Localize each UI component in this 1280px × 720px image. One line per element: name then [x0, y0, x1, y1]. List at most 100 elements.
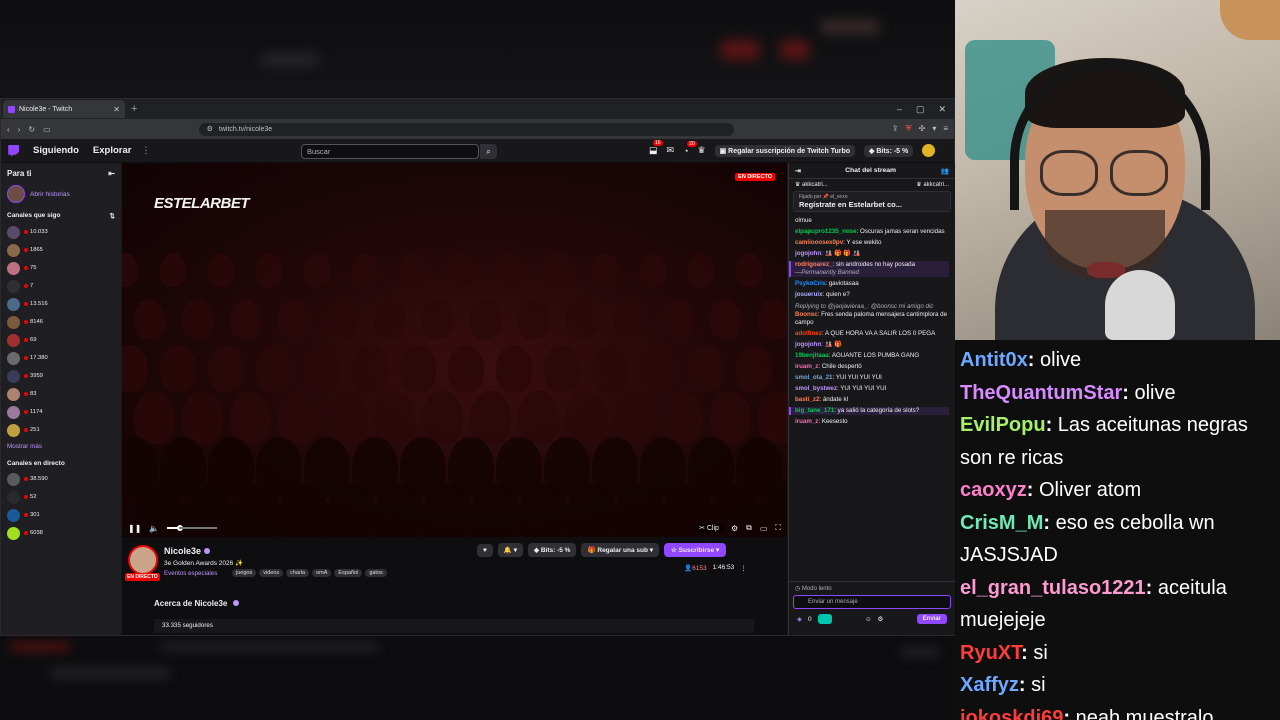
- streamer-name[interactable]: Nicole3e: [164, 546, 201, 556]
- pause-icon[interactable]: ❚❚: [128, 524, 141, 533]
- extensions-icon[interactable]: ✣: [919, 124, 926, 134]
- chat-username[interactable]: PsykoCris: [795, 280, 825, 287]
- chat-username[interactable]: jogojohn: [795, 250, 821, 257]
- clip-button[interactable]: ✂ Clip: [695, 523, 723, 533]
- stream-tag[interactable]: charla: [286, 569, 310, 577]
- back-icon[interactable]: ‹: [7, 125, 10, 134]
- sidebar-channel[interactable]: Rubius Crimson Desert 13.516: [1, 295, 121, 313]
- chat-message[interactable]: big_tane_171: ya salió la categoría de s…: [789, 407, 949, 416]
- stream-tag[interactable]: videos: [259, 569, 284, 577]
- sidebar-channel[interactable]: Greekgodx Charlando 1865: [1, 241, 121, 259]
- bits-cheer-button[interactable]: ◆ Bits: -5 %: [528, 543, 577, 557]
- collapse-sidebar-icon[interactable]: ⇤: [108, 169, 115, 178]
- chat-username[interactable]: elpapupro1235_nose: [795, 228, 857, 235]
- sort-icon[interactable]: ⇅: [110, 212, 115, 220]
- minimize-button[interactable]: –: [897, 104, 902, 115]
- sidebar-channel[interactable]: aawokes VALORANT 52: [1, 488, 121, 506]
- chat-message[interactable]: basti_z2: ándate kl: [795, 396, 949, 404]
- sidebar-channel[interactable]: Emilycc Crimson Desert 75: [1, 259, 121, 277]
- chat-message[interactable]: Replying to @jaojavieraa_: @boonsc mi am…: [795, 303, 949, 327]
- chat-username[interactable]: camiiooosex0pv: [795, 239, 843, 246]
- chat-message[interactable]: smol_ota_21: YUI YUI YUI YUI: [795, 374, 949, 382]
- share-icon[interactable]: ⇪: [892, 124, 899, 134]
- send-button[interactable]: Enviar: [916, 614, 947, 624]
- notification-bell-button[interactable]: 🔔 ▾: [497, 543, 524, 557]
- twitch-logo-icon[interactable]: [8, 144, 19, 157]
- stream-tag[interactable]: juegos: [232, 569, 257, 577]
- prime-icon[interactable]: ♛: [698, 145, 706, 156]
- stream-tag[interactable]: omA: [312, 569, 332, 577]
- volume-slider[interactable]: [167, 527, 218, 529]
- stream-tag[interactable]: Español: [334, 569, 363, 577]
- sidebar-channel[interactable]: emilieyestephany Charlando 83: [1, 385, 121, 403]
- chat-message[interactable]: jogojohn: 🎎 🎁 🎁 🎎: [795, 250, 949, 258]
- chat-message[interactable]: smol_bystwez: YUI YUI YUI YUI: [795, 385, 949, 393]
- explore-link[interactable]: Explorar: [93, 145, 132, 156]
- sidebar-channel[interactable]: SPDigital CharlandoTren del Hype • Niv..…: [1, 506, 121, 524]
- chat-username[interactable]: big_tane_171: [795, 407, 834, 414]
- following-link[interactable]: Siguiendo: [33, 145, 79, 156]
- user-avatar[interactable]: [922, 144, 936, 157]
- subscribe-button[interactable]: ☆ Suscribirse ▾: [664, 543, 727, 557]
- sidebar-channel[interactable]: PaymoneyW... Charlando 10.033: [1, 223, 121, 241]
- sidebar-channel[interactable]: AnibalJz_ Apex Legends 7: [1, 277, 121, 295]
- forward-icon[interactable]: ›: [18, 125, 21, 134]
- chat-username[interactable]: rodrigoarez_: [795, 261, 832, 268]
- chat-username[interactable]: basti_z2: [795, 396, 819, 403]
- chat-username[interactable]: adolfinez: [795, 330, 822, 337]
- chat-settings-icon[interactable]: ⚙: [878, 615, 884, 623]
- users-icon[interactable]: 👥: [941, 167, 949, 175]
- chat-username[interactable]: smol_bystwez: [795, 385, 837, 392]
- chat-input[interactable]: Enviar un mensaje: [793, 595, 951, 609]
- stream-tag[interactable]: gatos: [365, 569, 387, 577]
- sidebar-channel[interactable]: Distortion2 Crimson Desert 3959: [1, 367, 121, 385]
- chat-username[interactable]: jogojohn: [795, 341, 821, 348]
- gift-turbo-button[interactable]: ▣ Regalar suscripción de Twitch Turbo: [714, 144, 856, 157]
- chat-username[interactable]: 19benjitaaa: [795, 352, 829, 359]
- search-input[interactable]: Buscar: [301, 144, 479, 159]
- chat-username[interactable]: iruam_z: [795, 363, 818, 370]
- inbox-icon[interactable]: ⬓ 16: [649, 140, 663, 156]
- sidebar-channel[interactable]: zackrawrr Crimson Des... 38.590: [1, 470, 121, 488]
- shield-icon[interactable]: ⛨: [906, 124, 912, 134]
- channel-points-icon[interactable]: ◈: [797, 615, 802, 623]
- browser-tab[interactable]: Nicole3e - Twitch ✕: [3, 100, 125, 118]
- chat-message[interactable]: PsykoCris: gaviotasaa: [795, 280, 949, 288]
- close-tab-icon[interactable]: ✕: [113, 105, 120, 114]
- chat-message[interactable]: rodrigoarez_: sin androides no hay posad…: [789, 261, 949, 278]
- streamer-avatar[interactable]: [128, 545, 158, 575]
- chat-username[interactable]: josueruix: [795, 291, 823, 298]
- sidebar-channel[interactable]: SchusterOfficial Charlando 69: [1, 331, 121, 349]
- chat-message[interactable]: iruam_z: Chile despertó: [795, 363, 949, 371]
- url-field[interactable]: ⚙ twitch.tv/nicole3e: [198, 122, 734, 136]
- show-more-link[interactable]: Mostrar más: [1, 439, 121, 454]
- chat-message[interactable]: 19benjitaaa: AGUANTE LOS PUMBA GANG: [795, 352, 949, 360]
- collapse-chat-icon[interactable]: ⇥: [795, 167, 801, 175]
- video-player[interactable]: ESTELARBET EN DIRECTO ❚❚ 🔈 ✂ Clip ⚙ ⧉ ▭ …: [122, 163, 787, 537]
- sidebar-channel[interactable]: Lacy Charlando 17.380: [1, 349, 121, 367]
- notifications-icon[interactable]: ◔ 20: [683, 140, 697, 156]
- site-info-icon[interactable]: ⚙: [207, 125, 213, 133]
- split-view-icon[interactable]: ▭: [43, 125, 51, 134]
- chat-username[interactable]: iruam_z: [795, 418, 818, 425]
- gifter-left[interactable]: ♛ akkcatri...: [795, 181, 828, 189]
- chat-message[interactable]: elpapupro1235_nose: Oscuras jamas seran …: [795, 228, 949, 236]
- emote-icon[interactable]: ☺: [865, 616, 872, 623]
- sidebar-channel[interactable]: marathonthega... Marathon 6038: [1, 524, 121, 542]
- search-icon[interactable]: ⌕: [480, 144, 497, 159]
- reload-icon[interactable]: ↻: [28, 125, 35, 134]
- sidebar-channel[interactable]: Lunaria +4 Super Battle Golf 251: [1, 421, 121, 439]
- new-tab-icon[interactable]: +: [131, 103, 137, 115]
- chat-username[interactable]: smol_ota_21: [795, 374, 833, 381]
- fullscreen-icon[interactable]: ⛶: [775, 523, 781, 533]
- close-window-button[interactable]: ✕: [938, 104, 946, 115]
- gifter-right[interactable]: ♛ akkcatri...: [916, 181, 949, 189]
- sidebar-channel[interactable]: SofiKimmy League of Leg... 1174: [1, 403, 121, 421]
- gift-sub-button[interactable]: 🎁 Regalar una sub ▾: [581, 543, 660, 557]
- more-icon[interactable]: ⋮: [740, 564, 747, 572]
- chat-message[interactable]: iruam_z: Keesesto: [795, 418, 949, 426]
- more-options-icon[interactable]: ⋮: [141, 145, 150, 156]
- chat-message[interactable]: adolfinez: A QUE HORA VA A SALIR LOS 0 P…: [795, 330, 949, 338]
- chat-message[interactable]: camiiooosex0pv: Y ese wekito: [795, 239, 949, 247]
- chat-username[interactable]: Boonsc: [795, 311, 818, 318]
